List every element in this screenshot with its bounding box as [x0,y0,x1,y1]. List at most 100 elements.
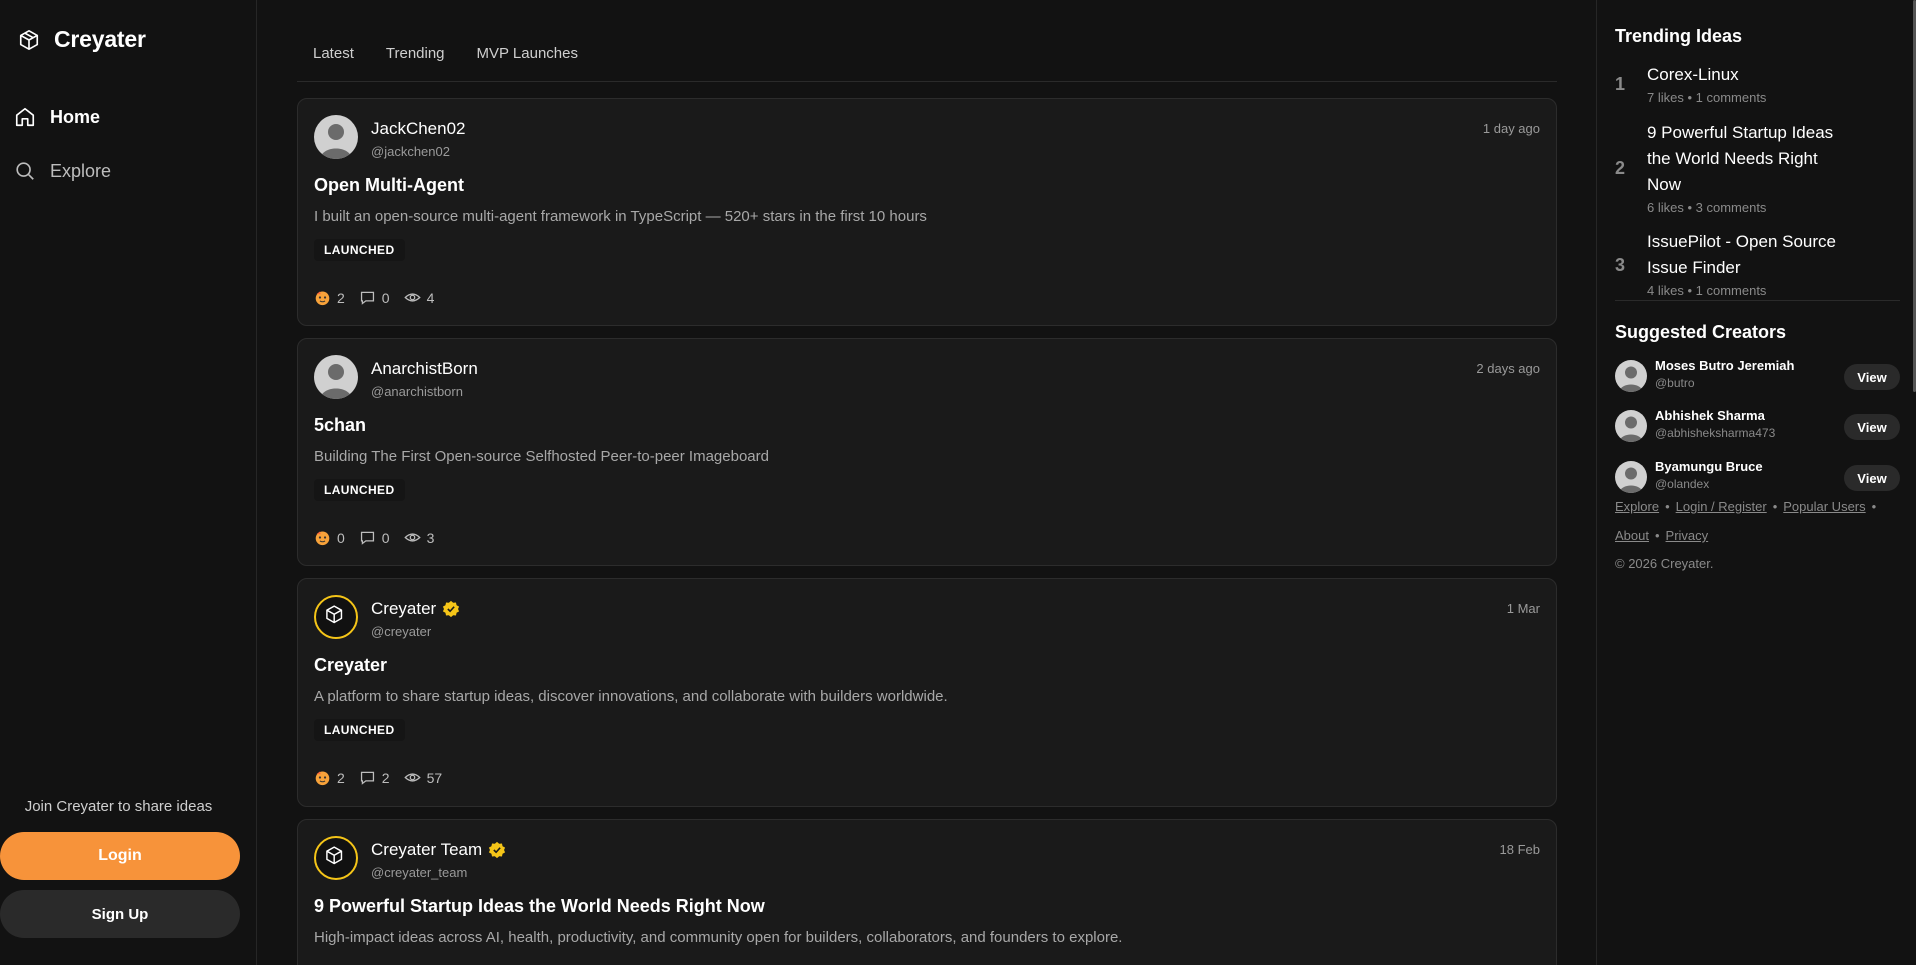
home-icon [15,107,35,127]
post-time: 18 Feb [1499,842,1540,857]
post-stats: 0 0 3 [314,529,434,546]
creator-handle: @abhisheksharma473 [1655,426,1776,440]
status-badge: LAUNCHED [314,479,405,501]
creator-row: Byamungu Bruce @olandex View [1615,457,1900,497]
nav-home[interactable]: Home [14,106,100,128]
verified-badge-icon [489,841,506,859]
creator-name[interactable]: Byamungu Bruce [1655,459,1763,474]
nav-explore-label: Explore [50,160,112,181]
join-prompt: Join Creyater to share ideas [24,798,213,815]
default-avatar-icon [1615,461,1647,493]
like-button[interactable]: 0 [314,529,345,546]
views: 4 [403,289,434,306]
left-sidebar: Creyater Home Explore Join Creyater to s… [0,0,257,965]
author-name: AnarchistBorn [371,359,478,378]
post-card[interactable]: JackChen02 @jackchen02 1 day ago Open Mu… [297,98,1557,326]
signup-button[interactable]: Sign Up [0,890,240,938]
post-card[interactable]: AnarchistBorn @anarchistborn 2 days ago … [297,338,1557,566]
post-title[interactable]: Open Multi-Agent [314,175,464,196]
brand[interactable]: Creyater [18,26,146,53]
trending-rank: 2 [1615,158,1626,178]
post-card[interactable]: Creyater @creyater 1 Mar Creyater A plat… [297,578,1557,807]
avatar[interactable] [314,355,358,399]
avatar[interactable] [1615,410,1647,442]
trending-item-title[interactable]: 9 Powerful Startup Ideas the World Needs… [1647,120,1837,198]
like-count: 2 [337,769,345,786]
tab-latest[interactable]: Latest [313,45,354,81]
comment-button[interactable]: 2 [359,769,390,786]
like-button[interactable]: 2 [314,769,345,786]
post-handle: @jackchen02 [371,144,450,159]
tab-trending[interactable]: Trending [386,45,445,81]
trending-item-meta: 7 likes • 1 comments [1647,90,1767,105]
avatar[interactable] [314,115,358,159]
avatar[interactable] [314,595,358,639]
eye-icon [403,773,421,782]
comment-icon [360,291,374,305]
reaction-emoji-icon [315,291,330,306]
avatar[interactable] [1615,461,1647,493]
comment-button[interactable]: 0 [359,529,390,546]
nav-explore[interactable]: Explore [14,160,111,182]
footer-link-explore[interactable]: Explore [1615,499,1659,514]
copyright: © 2026 Creyater. [1615,556,1714,571]
author-name: Creyater Team [371,840,483,859]
post-description: A platform to share startup ideas, disco… [314,688,948,705]
post-time: 2 days ago [1476,361,1540,376]
post-author[interactable]: AnarchistBorn [371,359,478,379]
footer-link-privacy[interactable]: Privacy [1666,528,1709,543]
comment-icon [360,531,374,545]
footer-link-about[interactable]: About [1615,528,1649,543]
like-button[interactable]: 2 [314,289,345,306]
trending-item-title[interactable]: Corex-Linux [1647,62,1837,88]
post-handle: @creyater_team [371,865,468,880]
default-avatar-icon [1615,360,1647,392]
avatar[interactable] [314,836,358,880]
tab-mvp-launches[interactable]: MVP Launches [477,45,578,81]
post-handle: @creyater [371,624,432,639]
trending-item[interactable]: 3 IssuePilot - Open Source Issue Finder … [1615,229,1900,299]
avatar[interactable] [1615,360,1647,392]
author-name: JackChen02 [371,119,466,138]
suggested-creators-title: Suggested Creators [1615,322,1787,342]
trending-item-meta: 4 likes • 1 comments [1647,283,1767,298]
creator-name[interactable]: Moses Butro Jeremiah [1655,358,1794,373]
post-author[interactable]: JackChen02 [371,119,466,139]
post-author[interactable]: Creyater [371,599,460,619]
trending-rank: 3 [1615,255,1626,275]
creyater-logo-icon [19,29,39,50]
comment-button[interactable]: 0 [359,289,390,306]
footer-link-login-register[interactable]: Login / Register [1676,499,1767,514]
reaction-emoji-icon [315,531,330,546]
view-creator-button[interactable]: View [1844,414,1900,440]
view-count: 3 [426,529,435,546]
footer-link-popular-users[interactable]: Popular Users [1783,499,1865,514]
default-avatar-icon [1615,410,1647,442]
trending-item[interactable]: 1 Corex-Linux 7 likes • 1 comments [1615,62,1900,110]
author-name: Creyater [371,599,437,618]
view-creator-button[interactable]: View [1844,364,1900,390]
login-button[interactable]: Login [0,832,240,880]
trending-rank: 1 [1615,74,1626,94]
views: 57 [403,769,442,786]
post-time: 1 Mar [1506,601,1540,616]
divider [1615,300,1900,301]
post-title[interactable]: 5chan [314,415,366,436]
eye-icon [403,533,421,542]
creator-handle: @butro [1655,376,1695,390]
post-title[interactable]: Creyater [314,655,387,676]
post-description: I built an open-source multi-agent frame… [314,208,927,225]
creator-name[interactable]: Abhishek Sharma [1655,408,1765,423]
trending-item-meta: 6 likes • 3 comments [1647,200,1767,215]
post-title[interactable]: 9 Powerful Startup Ideas the World Needs… [314,896,765,917]
post-handle: @anarchistborn [371,384,463,399]
verified-badge-icon [443,600,460,618]
view-creator-button[interactable]: View [1844,465,1900,491]
app-name: Creyater [54,26,146,52]
trending-item[interactable]: 2 9 Powerful Startup Ideas the World Nee… [1615,120,1900,216]
post-time: 1 day ago [1482,121,1540,136]
post-author[interactable]: Creyater Team [371,840,506,860]
trending-item-title[interactable]: IssuePilot - Open Source Issue Finder [1647,229,1837,281]
post-card[interactable]: Creyater Team @creyater_team 18 Feb 9 Po… [297,819,1557,965]
creator-row: Moses Butro Jeremiah @butro View [1615,356,1900,396]
